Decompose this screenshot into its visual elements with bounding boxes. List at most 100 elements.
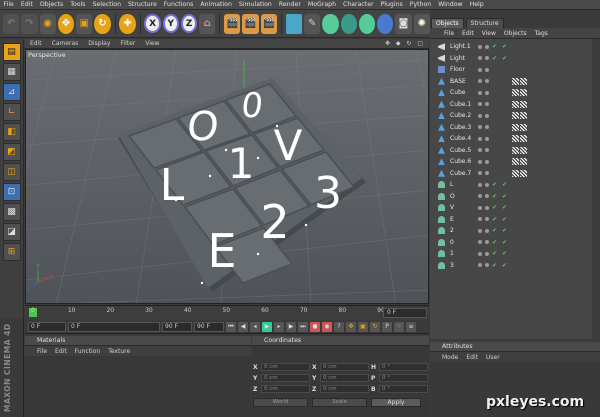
texture-tag-icon[interactable]: [512, 123, 519, 131]
texture-tag-icon[interactable]: [512, 100, 519, 108]
object-row[interactable]: Light.1 ✔ ✔: [430, 41, 600, 53]
live-selection-icon[interactable]: ◉: [39, 13, 56, 34]
viewport-menu-item[interactable]: View: [140, 40, 164, 47]
object-row[interactable]: Cube.4: [430, 133, 600, 145]
render-picture-viewer-icon[interactable]: 🎬: [242, 13, 259, 34]
polygon-mode-icon[interactable]: ◩: [2, 143, 21, 161]
keyframe-selection-icon[interactable]: ?: [334, 321, 344, 332]
render-visibility-dot[interactable]: [485, 228, 489, 233]
rotation-h-field[interactable]: 0 °: [379, 363, 428, 371]
menu-item[interactable]: Functions: [160, 1, 197, 8]
attr-menu-item[interactable]: Edit: [466, 354, 478, 361]
go-to-end-icon[interactable]: ⏭: [298, 321, 308, 332]
tag-check-icon[interactable]: ✔: [502, 216, 507, 223]
visibility-flags[interactable]: [478, 148, 489, 153]
visibility-flags[interactable]: ✔: [478, 43, 497, 50]
texture-tag-icon[interactable]: [512, 77, 519, 85]
menu-item[interactable]: Selection: [89, 1, 125, 8]
visibility-flags[interactable]: ✔: [478, 181, 497, 188]
tweak-mode-icon[interactable]: ▩: [2, 203, 21, 221]
om-menu-item[interactable]: Objects: [504, 30, 527, 37]
deformer-icon[interactable]: [358, 13, 376, 34]
editor-visibility-dot[interactable]: [478, 125, 482, 130]
visibility-flags[interactable]: [478, 90, 489, 95]
viewport-menu-item[interactable]: Edit: [25, 40, 47, 47]
menu-item[interactable]: Window: [435, 1, 466, 8]
timeline-end-field[interactable]: 0 F: [383, 308, 427, 318]
editor-visibility-dot[interactable]: [478, 44, 482, 49]
y-axis-lock-icon[interactable]: Y: [162, 14, 179, 33]
tag-check-icon[interactable]: ✔: [502, 227, 507, 234]
menu-item[interactable]: Edit: [17, 1, 36, 8]
viewport-menu-item[interactable]: Cameras: [47, 40, 84, 47]
attr-menu-item[interactable]: User: [486, 354, 500, 361]
object-list[interactable]: Light.1 ✔ ✔ Light ✔ ✔ Floor BASE Cube Cube.1 Cube.…: [430, 39, 600, 339]
visibility-flags[interactable]: [478, 171, 489, 176]
timeline-menu-icon[interactable]: ≡: [406, 321, 416, 332]
menu-item[interactable]: Simulation: [235, 1, 275, 8]
pen-spline-icon[interactable]: ✎: [304, 13, 321, 34]
tag-check-icon[interactable]: ✔: [502, 250, 507, 257]
visibility-flags[interactable]: ✔: [478, 262, 497, 269]
enable-axis-icon[interactable]: ⊞: [2, 243, 21, 261]
enabled-check-icon[interactable]: ✔: [492, 227, 497, 234]
menu-item[interactable]: Render: [275, 1, 304, 8]
next-key-icon[interactable]: ▶: [286, 321, 296, 332]
render-visibility-dot[interactable]: [485, 44, 489, 49]
render-visibility-dot[interactable]: [485, 90, 489, 95]
menu-item[interactable]: Objects: [36, 1, 66, 8]
object-row[interactable]: O ✔ ✔: [430, 191, 600, 203]
om-menu-item[interactable]: Tags: [535, 30, 548, 37]
enabled-check-icon[interactable]: ✔: [492, 204, 497, 211]
render-visibility-dot[interactable]: [485, 113, 489, 118]
camera-icon[interactable]: ◙: [395, 13, 412, 34]
render-visibility-dot[interactable]: [485, 205, 489, 210]
render-visibility-dot[interactable]: [485, 194, 489, 199]
editor-visibility-dot[interactable]: [478, 90, 482, 95]
add-object-icon[interactable]: ✚: [119, 13, 136, 34]
rotate-tool-icon[interactable]: ↻: [94, 13, 111, 34]
enabled-check-icon[interactable]: ✔: [492, 181, 497, 188]
menu-item[interactable]: Plugins: [377, 1, 406, 8]
render-visibility-dot[interactable]: [485, 125, 489, 130]
size-y-field[interactable]: 0 cm: [320, 374, 369, 382]
environment-icon[interactable]: [377, 13, 394, 34]
editor-visibility-dot[interactable]: [478, 136, 482, 141]
undo-icon[interactable]: ↶: [3, 13, 20, 34]
position-z-field[interactable]: 0 cm: [261, 385, 310, 393]
render-visibility-dot[interactable]: [485, 171, 489, 176]
texture-tag-icon[interactable]: [520, 123, 527, 131]
current-frame-field[interactable]: 0 F: [28, 321, 66, 332]
position-key-icon[interactable]: ✥: [346, 321, 356, 332]
materials-menu-item[interactable]: Edit: [55, 348, 67, 355]
object-row[interactable]: BASE: [430, 76, 600, 88]
om-menu-item[interactable]: View: [482, 30, 496, 37]
visibility-flags[interactable]: ✔: [478, 216, 497, 223]
texture-tag-icon[interactable]: [520, 169, 527, 177]
menu-item[interactable]: Tools: [67, 1, 89, 8]
render-visibility-dot[interactable]: [485, 240, 489, 245]
editor-visibility-dot[interactable]: [478, 56, 482, 61]
redo-icon[interactable]: ↷: [21, 13, 38, 34]
editor-visibility-dot[interactable]: [478, 217, 482, 222]
menu-item[interactable]: MoGraph: [304, 1, 339, 8]
editor-visibility-dot[interactable]: [478, 182, 482, 187]
visibility-flags[interactable]: ✔: [478, 55, 497, 62]
materials-menu-item[interactable]: Texture: [108, 348, 130, 355]
object-row[interactable]: Cube.2: [430, 110, 600, 122]
object-row[interactable]: 1 ✔ ✔: [430, 248, 600, 260]
object-row[interactable]: Cube.6: [430, 156, 600, 168]
scale-tool-icon[interactable]: ▣: [76, 13, 93, 34]
go-to-start-icon[interactable]: ⏮: [226, 321, 236, 332]
point-mode-icon[interactable]: ∟: [2, 103, 21, 121]
editor-visibility-dot[interactable]: [478, 102, 482, 107]
x-axis-lock-icon[interactable]: X: [144, 14, 161, 33]
render-visibility-dot[interactable]: [485, 102, 489, 107]
editor-visibility-dot[interactable]: [478, 263, 482, 268]
texture-tag-icon[interactable]: [520, 158, 527, 166]
render-settings-icon[interactable]: 🎬: [260, 13, 277, 34]
texture-tag-icon[interactable]: [512, 112, 519, 120]
visibility-flags[interactable]: ✔: [478, 239, 497, 246]
z-axis-lock-icon[interactable]: Z: [180, 14, 198, 33]
texture-tag-icon[interactable]: [520, 112, 527, 120]
